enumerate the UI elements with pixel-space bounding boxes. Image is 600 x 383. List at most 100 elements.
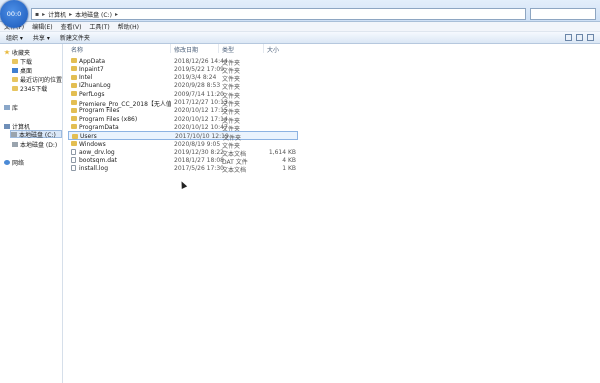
nav-drive-c[interactable]: 本地磁盘 (C:) xyxy=(10,130,62,139)
chevron-right-icon[interactable]: ▸ xyxy=(42,11,45,18)
file-name: Windows xyxy=(79,140,106,148)
file-date: 2020/10/12 10:47 xyxy=(174,123,228,131)
file-name: PerfLogs xyxy=(79,90,105,98)
file-date: 2019/3/4 8:24 xyxy=(174,74,217,82)
file-size: 1,614 KB xyxy=(268,148,296,156)
file-row[interactable]: IZhuanLog 2020/9/28 8:53 文件夹 xyxy=(68,81,298,91)
organize-button[interactable]: 组织 ▾ xyxy=(6,33,23,42)
file-name: aow_drv.log xyxy=(79,148,115,156)
file-name: AppData xyxy=(79,57,106,65)
menu-edit[interactable]: 编辑(E) xyxy=(32,22,52,31)
file-date: 2017/5/26 17:30 xyxy=(174,165,224,173)
file-date: 2018/12/26 14:44 xyxy=(174,57,228,65)
folder-icon xyxy=(71,116,77,122)
menu-tools[interactable]: 工具(T) xyxy=(89,22,109,31)
mouse-cursor xyxy=(178,180,188,189)
network-icon xyxy=(4,159,10,165)
view-options-icon[interactable] xyxy=(565,34,572,41)
nav-network[interactable]: 网络 xyxy=(4,158,25,167)
desktop-icon xyxy=(12,67,18,73)
search-input[interactable] xyxy=(530,8,596,20)
file-date: 2019/12/30 8:22 xyxy=(174,148,224,156)
view-controls xyxy=(565,34,594,41)
file-row[interactable]: Program Files 2020/10/12 17:15 文件夹 xyxy=(68,106,298,116)
nav-label: 本地磁盘 (D:) xyxy=(20,141,58,149)
file-row[interactable]: aow_drv.log 2019/12/30 8:22 文本文档 1,614 KB xyxy=(68,148,298,158)
file-name: Program Files xyxy=(79,107,120,115)
nav-libraries[interactable]: 库 xyxy=(4,103,19,112)
help-icon[interactable] xyxy=(587,34,594,41)
breadcrumb-drive-c[interactable]: 本地磁盘 (C:) xyxy=(75,10,112,19)
folder-icon xyxy=(71,58,77,63)
file-row[interactable]: AppData 2018/12/26 14:44 文件夹 xyxy=(68,57,298,67)
folder-icon xyxy=(72,133,78,139)
file-row[interactable]: Premiere_Pro_CC_2018【无人值守一键...2017/12/27… xyxy=(68,98,298,108)
nav-2345-downloads[interactable]: 2345下载 xyxy=(12,84,47,93)
preview-pane-icon[interactable] xyxy=(576,34,583,41)
nav-label: 本地磁盘 (C:) xyxy=(19,131,56,139)
file-row[interactable]: bootsqm.dat 2018/1/27 18:08 DAT 文件 4 KB xyxy=(68,156,298,166)
nav-label: 网络 xyxy=(12,159,25,167)
nav-drive-d[interactable]: 本地磁盘 (D:) xyxy=(12,140,58,149)
folder-icon xyxy=(71,107,77,113)
nav-label: 收藏夹 xyxy=(12,49,31,57)
folder-icon xyxy=(71,74,77,80)
share-button[interactable]: 共享 ▾ xyxy=(33,33,50,42)
chevron-right-icon[interactable]: ▸ xyxy=(115,11,118,18)
nav-recent[interactable]: 最近访问的位置 xyxy=(12,75,62,84)
column-header-type[interactable]: 类型 xyxy=(222,45,234,54)
address-bar[interactable]: ▪ ▸ 计算机 ▸ 本地磁盘 (C:) ▸ xyxy=(31,8,526,20)
nav-desktop[interactable]: 桌面 xyxy=(12,66,33,75)
breadcrumb-computer[interactable]: 计算机 xyxy=(48,10,66,19)
nav-label: 库 xyxy=(12,104,19,112)
chevron-right-icon[interactable]: ▸ xyxy=(69,11,72,18)
recent-places-icon xyxy=(12,76,18,82)
file-row[interactable]: PerfLogs 2009/7/14 11:20 文件夹 xyxy=(68,90,298,100)
file-row[interactable]: Intel 2019/3/4 8:24 文件夹 xyxy=(68,73,298,83)
computer-icon: ▪ xyxy=(35,10,40,18)
recording-timer: 00:0 xyxy=(0,0,28,28)
address-bar-area: ▸ ▪ ▸ 计算机 ▸ 本地磁盘 (C:) ▸ xyxy=(0,0,600,22)
file-date: 2017/12/27 10:13 xyxy=(174,99,228,106)
folder-icon xyxy=(71,124,77,130)
file-size: 4 KB xyxy=(282,157,296,165)
folder-icon xyxy=(71,82,77,88)
file-icon xyxy=(71,157,76,164)
file-icon xyxy=(71,148,76,155)
column-header-name[interactable]: 名称 xyxy=(71,45,83,54)
file-name: Inpaint7 xyxy=(79,65,104,73)
file-row[interactable]: Users 2017/10/10 12:19 文件夹 xyxy=(68,131,298,142)
file-name: Program Files (x86) xyxy=(79,115,138,123)
command-bar: 组织 ▾ 共享 ▾ 新建文件夹 xyxy=(0,32,600,44)
file-name: bootsqm.dat xyxy=(79,157,118,165)
nav-downloads[interactable]: 下载 xyxy=(12,57,32,66)
file-list-pane: 名称 修改日期 类型 大小 AppData 2018/12/26 14:44 文件夹… xyxy=(64,44,600,383)
new-folder-button[interactable]: 新建文件夹 xyxy=(60,33,90,42)
nav-favorites[interactable]: 收藏夹 xyxy=(4,48,31,57)
file-date: 2020/10/12 17:15 xyxy=(174,107,228,115)
file-row[interactable]: Windows 2020/8/19 9:05 文件夹 xyxy=(68,140,298,150)
file-row[interactable]: Inpaint7 2019/5/22 17:09 文件夹 xyxy=(68,65,298,75)
menu-view[interactable]: 查看(V) xyxy=(61,22,82,31)
menu-help[interactable]: 帮助(H) xyxy=(118,22,139,31)
file-date: 2020/9/28 8:53 xyxy=(174,82,221,90)
column-header-size[interactable]: 大小 xyxy=(267,45,279,54)
computer-icon xyxy=(4,123,10,129)
folder-icon xyxy=(71,99,77,105)
column-header-date[interactable]: 修改日期 xyxy=(174,45,198,54)
menu-bar: 文件(F) 编辑(E) 查看(V) 工具(T) 帮助(H) xyxy=(0,22,600,32)
nav-label: 桌面 xyxy=(20,67,33,75)
file-date: 2009/7/14 11:20 xyxy=(174,90,224,98)
file-date: 2020/10/12 17:14 xyxy=(174,115,228,123)
file-name: ProgramData xyxy=(79,123,119,131)
drive-icon xyxy=(11,131,17,137)
file-row[interactable]: ProgramData 2020/10/12 10:47 文件夹 xyxy=(68,123,298,133)
file-row[interactable]: install.log 2017/5/26 17:30 文本文档 1 KB xyxy=(68,164,298,175)
downloads-folder-icon xyxy=(12,58,18,64)
file-type: 文本文档 xyxy=(222,167,247,175)
file-row[interactable]: Program Files (x86) 2020/10/12 17:14 文件夹 xyxy=(68,115,298,125)
folder-icon xyxy=(12,85,18,91)
timer-text: 00:0 xyxy=(6,10,22,18)
file-size: 1 KB xyxy=(282,165,296,173)
file-icon xyxy=(71,165,76,172)
